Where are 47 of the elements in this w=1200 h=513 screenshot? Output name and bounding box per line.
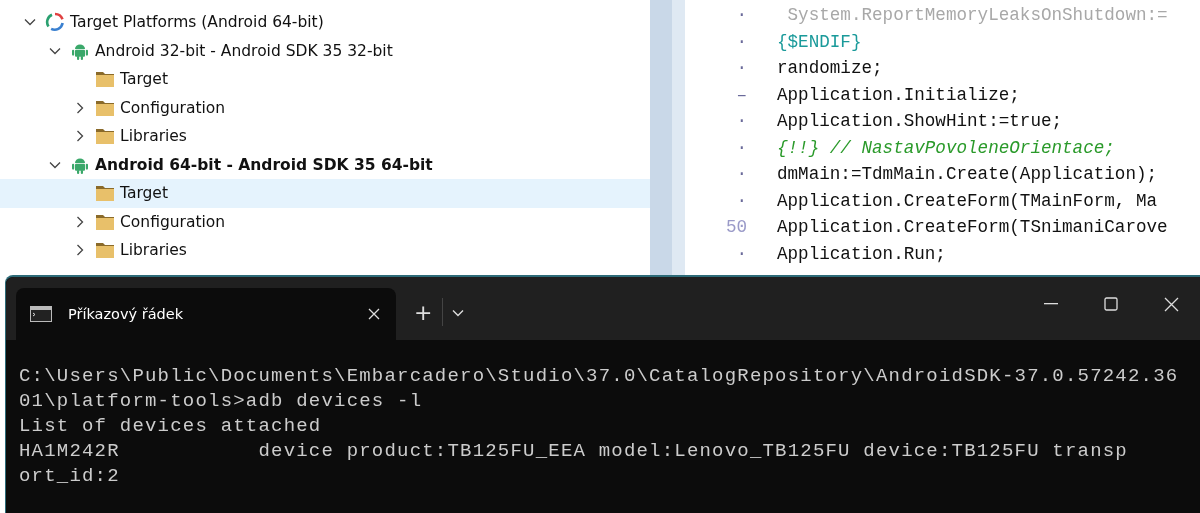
tree-item[interactable]: Android 64-bit - Android SDK 35 64-bit: [0, 150, 650, 179]
close-icon: [1163, 296, 1179, 312]
folder-icon: [95, 69, 115, 90]
terminal-line: C:\Users\Public\Documents\Embarcadero\Studio\37.0\CatalogRepository\AndroidSDK-37.0.57242.36: [19, 364, 1180, 389]
terminal-line: List of devices attached: [19, 414, 323, 439]
tree-item[interactable]: Android 32-bit - Android SDK 35 32-bit: [0, 36, 650, 65]
tree-item[interactable]: Configuration: [0, 93, 650, 122]
tree-item[interactable]: Libraries: [0, 236, 650, 265]
folder-icon: [95, 126, 115, 147]
ring-icon: [45, 12, 65, 33]
minimize-icon: [1044, 303, 1058, 305]
code-line: {$ENDIF}: [777, 31, 862, 52]
code-line: Application.Initialize;: [777, 84, 1020, 105]
line-number: –: [735, 84, 748, 105]
code-line: dmMain:=TdmMain.Create(Application);: [777, 164, 1158, 185]
line-number: ·: [735, 58, 748, 79]
tree-item[interactable]: Target: [0, 65, 650, 94]
line-number: 50: [724, 217, 748, 238]
code-line: Application.CreateForm(TSnimaniCarove: [777, 217, 1168, 238]
tree-item[interactable]: Configuration: [0, 207, 650, 236]
line-number: ·: [735, 5, 748, 26]
code-line: Application.CreateForm(TMainForm, Ma: [777, 190, 1158, 211]
maximize-icon: [1104, 297, 1118, 311]
terminal-icon: [30, 306, 52, 322]
folder-icon: [95, 240, 115, 261]
line-number: ·: [735, 190, 748, 211]
code-line: Application.Run;: [777, 243, 946, 264]
terminal-line: HA1M242R device product:TB125FU_EEA model:Lenovo_TB125FU device:TB125FU transp: [19, 439, 1129, 464]
tree-item[interactable]: Target Platforms (Android 64-bit): [0, 8, 650, 37]
tree-item[interactable]: Libraries: [0, 122, 650, 151]
code-line: Application.ShowHint:=true;: [777, 111, 1063, 132]
line-number: ·: [735, 31, 748, 52]
chevron-down-icon: [452, 309, 465, 317]
terminal-tab[interactable]: Příkazový řádek: [16, 288, 396, 340]
code-line: randomize;: [777, 58, 883, 79]
code-line: System.ReportMemoryLeaksOnShutdown:=: [786, 5, 1168, 26]
line-number: ·: [735, 243, 748, 264]
line-number: ·: [735, 137, 748, 158]
line-number: ·: [735, 164, 748, 185]
tree-item[interactable]: Target: [0, 179, 650, 208]
folder-icon: [95, 183, 115, 204]
close-icon: [367, 307, 381, 321]
new-tab-button[interactable]: +: [408, 298, 439, 328]
terminal-line: 01\platform-tools>adb devices -l: [19, 389, 424, 414]
terminal-line: ort_id:2: [19, 464, 121, 489]
line-number: ·: [735, 111, 748, 132]
code-line: {!!} // NastavPovoleneOrientace;: [777, 137, 1115, 158]
